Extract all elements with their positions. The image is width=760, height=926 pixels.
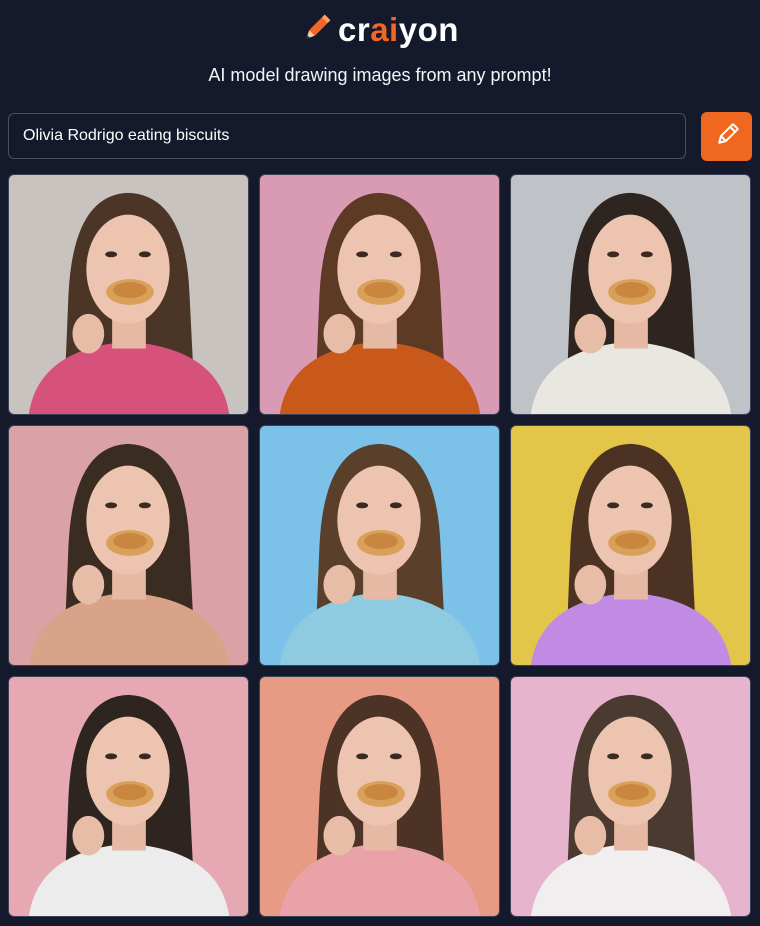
generated-image[interactable] bbox=[510, 174, 751, 415]
pencil-icon bbox=[300, 11, 338, 50]
generated-image[interactable] bbox=[259, 676, 500, 917]
logo-wordmark: craiyon bbox=[338, 11, 459, 48]
prompt-input[interactable] bbox=[21, 126, 673, 146]
generated-image[interactable] bbox=[259, 174, 500, 415]
generated-image[interactable] bbox=[510, 425, 751, 666]
generated-image[interactable] bbox=[8, 174, 249, 415]
header: craiyon AI model drawing images from any… bbox=[0, 0, 760, 100]
tagline: AI model drawing images from any prompt! bbox=[208, 65, 552, 85]
generated-image[interactable] bbox=[8, 425, 249, 666]
prompt-field[interactable] bbox=[8, 113, 686, 159]
draw-button[interactable] bbox=[701, 112, 752, 161]
craiyon-logo[interactable]: craiyon bbox=[300, 10, 459, 50]
generated-image[interactable] bbox=[8, 676, 249, 917]
pencil-icon bbox=[713, 121, 741, 152]
generated-image[interactable] bbox=[510, 676, 751, 917]
generated-image[interactable] bbox=[259, 425, 500, 666]
